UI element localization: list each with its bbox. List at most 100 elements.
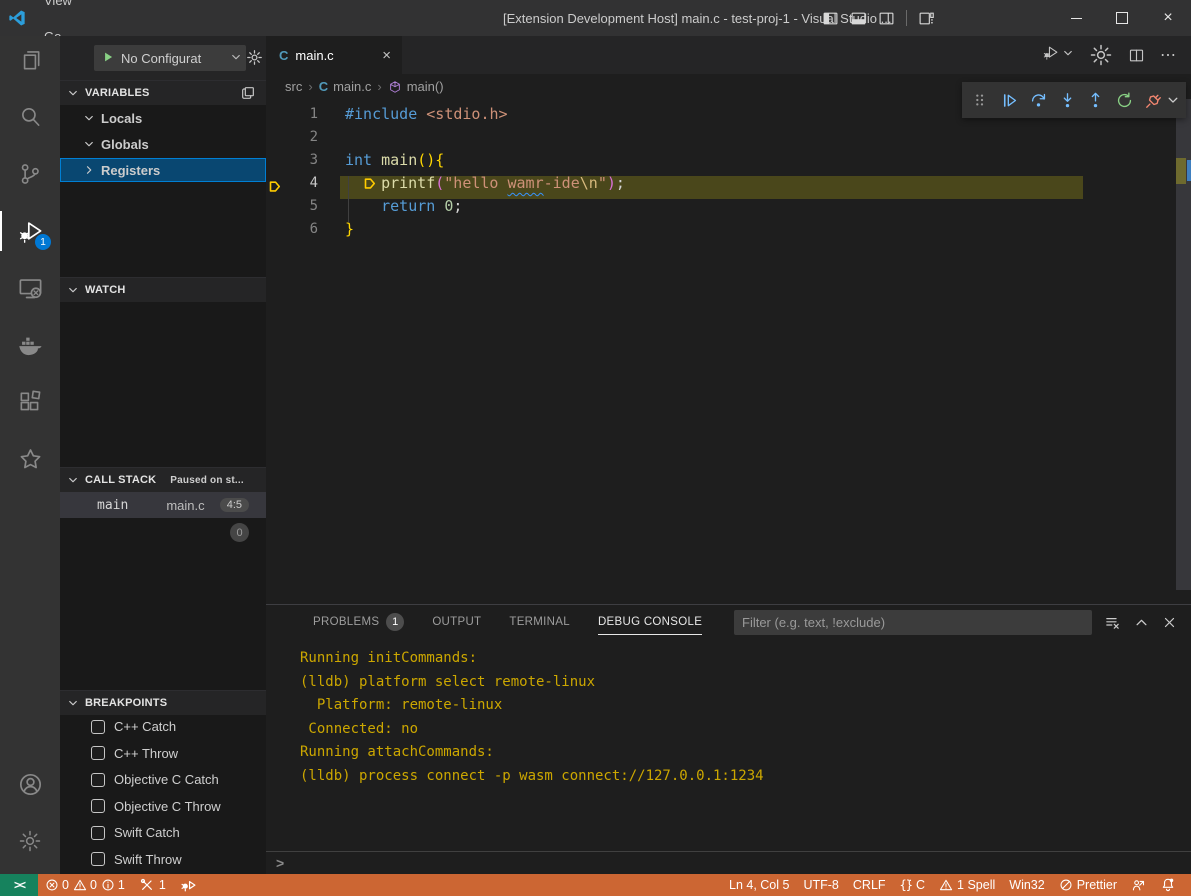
breadcrumb-item[interactable]: src — [285, 79, 302, 94]
activity-manage[interactable] — [0, 817, 60, 865]
code-token: #include — [345, 103, 426, 126]
close-button[interactable]: × — [1145, 0, 1191, 36]
breadcrumb-item[interactable]: Cmain.c — [319, 79, 372, 94]
restart-button[interactable] — [1112, 86, 1137, 114]
breakpoint-c-catch[interactable]: C++ Catch — [60, 714, 266, 739]
status-encoding[interactable]: UTF-8 — [796, 874, 845, 896]
debug-config-dropdown[interactable]: No Configurat — [94, 45, 246, 71]
console-input-row[interactable]: > — [266, 851, 1191, 874]
activity-search[interactable] — [0, 93, 60, 141]
status-spell-status[interactable]: 1 Spell — [932, 874, 1002, 896]
activity-extensions[interactable] — [0, 378, 60, 426]
activity-bar-bottom — [0, 760, 60, 874]
panel-tab-debug-console[interactable]: DEBUG CONSOLE — [598, 605, 702, 639]
paused-status-label: Paused on st... — [170, 475, 244, 486]
variables-item-globals[interactable]: Globals — [60, 132, 266, 156]
variables-views-icon[interactable] — [240, 85, 256, 101]
step-into-button[interactable] — [1055, 86, 1080, 114]
menu-view[interactable]: View — [34, 0, 107, 18]
breakpoint-swift-throw[interactable]: Swift Throw — [60, 847, 266, 872]
toggle-secondary-sidebar-icon[interactable] — [878, 10, 895, 27]
checkbox[interactable] — [91, 799, 105, 813]
call-stack-section-header[interactable]: CALL STACK Paused on st... — [60, 467, 266, 492]
activity-accounts[interactable] — [0, 760, 60, 808]
status-language-mode[interactable]: {̇}C — [893, 874, 932, 896]
activity-explorer[interactable] — [0, 36, 60, 84]
activity-bar: 1 — [0, 36, 60, 874]
step-out-button[interactable] — [1083, 86, 1108, 114]
code-line-6[interactable]: 6} — [266, 218, 1191, 241]
variables-header-label: VARIABLES — [85, 87, 150, 99]
start-debug-icon[interactable] — [101, 50, 115, 67]
drag-handle-icon[interactable] — [968, 86, 993, 114]
code-editor[interactable]: 1#include <stdio.h>23int main(){4 printf… — [266, 99, 1191, 604]
breadcrumb-item[interactable]: main() — [388, 79, 444, 94]
code-line-3[interactable]: 3int main(){ — [266, 149, 1191, 172]
toolchain-status[interactable]: 1 — [132, 874, 173, 896]
toggle-panel-icon[interactable] — [850, 10, 867, 27]
breakpoint-swift-catch[interactable]: Swift Catch — [60, 820, 266, 845]
checkbox[interactable] — [91, 720, 105, 734]
activity-remote-explorer[interactable] — [0, 264, 60, 312]
console-filter-input[interactable] — [734, 610, 1092, 635]
status-target-platform[interactable]: Win32 — [1002, 874, 1051, 896]
chevron-down-icon — [83, 112, 95, 124]
debug-gear-icon[interactable] — [246, 49, 263, 71]
status-eol[interactable]: CRLF — [846, 874, 893, 896]
disconnect-button[interactable] — [1141, 86, 1166, 114]
code-line-2[interactable]: 2 — [266, 126, 1191, 149]
debug-console-output[interactable]: Running initCommands:(lldb) platform sel… — [266, 639, 1191, 859]
problems-status[interactable]: 001 — [38, 874, 132, 896]
more-actions-icon[interactable]: ⋯ — [1160, 45, 1177, 65]
tab-close-icon[interactable]: × — [382, 47, 391, 64]
status-prettier[interactable]: Prettier — [1052, 874, 1124, 896]
breakpoint-objective-c-throw[interactable]: Objective C Throw — [60, 794, 266, 819]
checkbox[interactable] — [91, 826, 105, 840]
frame-position-badge: 4:5 — [220, 498, 249, 512]
clear-console-icon[interactable] — [1104, 614, 1121, 631]
activity-run-and-debug[interactable]: 1 — [0, 207, 60, 255]
stack-frame-row[interactable]: main main.c 4:5 — [60, 492, 266, 518]
breakpoint-objective-c-catch[interactable]: Objective C Catch — [60, 767, 266, 792]
editor-area: C main.c × ⋯ src›Cmain.c›main() 1#includ… — [266, 36, 1191, 604]
tab-main-c[interactable]: C main.c × — [266, 36, 402, 74]
panel-tab-problems[interactable]: PROBLEMS1 — [313, 605, 404, 639]
code-line-4[interactable]: 4 printf("hello wamr-ide\n"); — [266, 172, 1191, 195]
close-panel-icon[interactable] — [1162, 615, 1177, 630]
status-cursor-position[interactable]: Ln 4, Col 5 — [722, 874, 796, 896]
breakpoints-section-header[interactable]: BREAKPOINTS — [60, 690, 266, 715]
checkbox[interactable] — [91, 773, 105, 787]
debug-status-icon[interactable] — [173, 874, 204, 896]
activity-docker[interactable] — [0, 321, 60, 369]
maximize-button[interactable] — [1099, 0, 1145, 36]
info-icon — [101, 878, 115, 892]
maximize-panel-icon[interactable] — [1134, 615, 1149, 630]
breakpoint-label: Swift Catch — [114, 825, 180, 840]
activity-source-control[interactable] — [0, 150, 60, 198]
breakpoint-c-throw[interactable]: C++ Throw — [60, 741, 266, 766]
open-settings-icon[interactable] — [1089, 43, 1113, 67]
continue-button[interactable] — [997, 86, 1022, 114]
status-feedback[interactable] — [1124, 874, 1153, 896]
checkbox[interactable] — [91, 852, 105, 866]
panel-tab-output[interactable]: OUTPUT — [432, 605, 481, 639]
step-over-button[interactable] — [1026, 86, 1051, 114]
split-editor-icon[interactable] — [1128, 47, 1145, 64]
overview-ruler[interactable] — [1176, 99, 1191, 590]
checkbox[interactable] — [91, 746, 105, 760]
variables-item-locals[interactable]: Locals — [60, 106, 266, 130]
run-or-debug-button[interactable] — [1042, 44, 1074, 66]
remote-indicator[interactable]: >< — [0, 874, 38, 896]
panel-tab-terminal[interactable]: TERMINAL — [509, 605, 570, 639]
variables-item-registers[interactable]: Registers — [60, 158, 266, 182]
status-notifications[interactable] — [1153, 874, 1183, 896]
code-line-5[interactable]: 5 return 0; — [266, 195, 1191, 218]
more-debug-actions-button[interactable] — [1166, 86, 1180, 114]
minimize-button[interactable] — [1053, 0, 1099, 36]
customize-layout-icon[interactable] — [918, 10, 935, 27]
activity-marketplace-star[interactable] — [0, 435, 60, 483]
console-line: Platform: remote-linux — [300, 694, 1191, 718]
watch-section-header[interactable]: WATCH — [60, 277, 266, 302]
toggle-sidebar-icon[interactable] — [822, 10, 839, 27]
variables-section-header[interactable]: VARIABLES — [60, 80, 266, 105]
